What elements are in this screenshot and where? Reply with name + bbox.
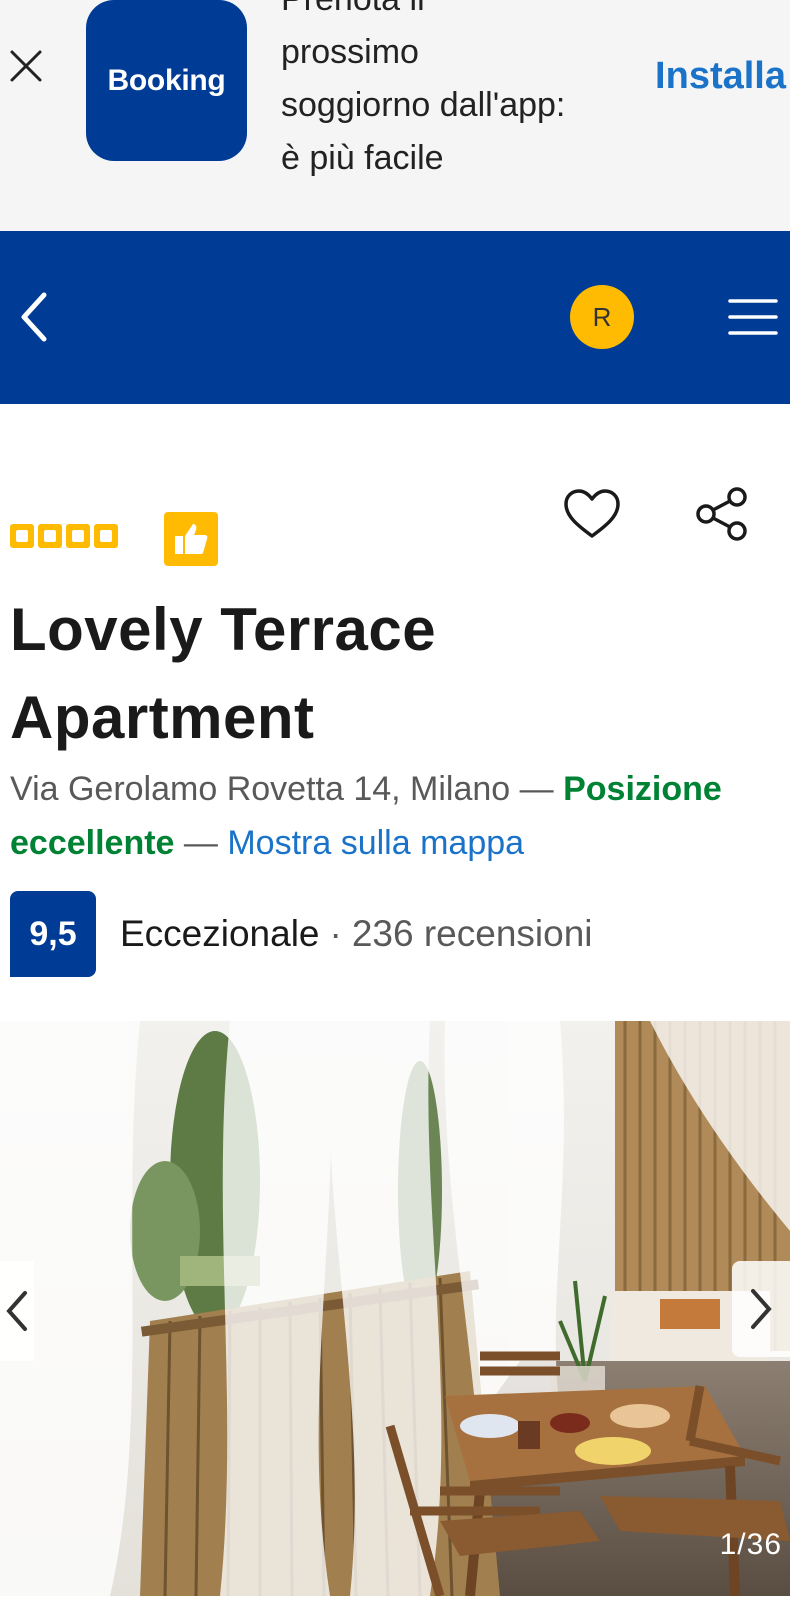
app-install-banner: Booking Prenota il prossimo soggiorno da…	[0, 0, 790, 231]
property-title: Lovely Terrace Apartment	[10, 596, 437, 751]
separator-dash: —	[183, 824, 218, 862]
user-avatar[interactable]: R	[570, 285, 634, 349]
rating-square	[94, 524, 118, 548]
thumbs-up-icon[interactable]	[164, 512, 218, 566]
heart-icon[interactable]	[563, 488, 621, 540]
rating-square	[66, 524, 90, 548]
separator-dot: ·	[329, 913, 342, 954]
photo-counter: 1/36	[719, 1528, 782, 1561]
install-button[interactable]: Installa	[655, 55, 786, 98]
chevron-left-icon[interactable]	[0, 1261, 34, 1361]
review-count[interactable]: 236 recensioni	[352, 913, 593, 955]
chevron-right-icon[interactable]	[732, 1261, 790, 1357]
review-score-badge: 9,5	[10, 891, 96, 977]
review-score-row[interactable]: 9,5 Eccezionale · 236 recensioni	[10, 891, 593, 977]
share-icon[interactable]	[694, 486, 750, 542]
banner-line: Prenota il	[281, 0, 611, 26]
banner-text: Prenota il prossimo soggiorno dall'app: …	[281, 0, 611, 185]
avatar-initial: R	[592, 301, 612, 332]
rating-square	[38, 524, 62, 548]
rating-square	[10, 524, 34, 548]
photo-gallery[interactable]: 1/36	[0, 1021, 790, 1596]
top-navigation-bar: R	[0, 231, 790, 404]
separator-dash: —	[519, 770, 554, 808]
close-icon[interactable]	[6, 46, 46, 86]
gallery-photo	[0, 1021, 790, 1596]
property-address-line: Via Gerolamo Rovetta 14, Milano — Posizi…	[10, 762, 790, 870]
banner-line: prossimo	[281, 33, 419, 71]
banner-line: soggiorno dall'app:	[281, 86, 566, 124]
booking-app-logo: Booking	[86, 0, 247, 161]
show-on-map-link[interactable]: Mostra sulla mappa	[227, 824, 524, 862]
banner-line: è più facile	[281, 139, 444, 177]
rating-squares	[10, 524, 118, 548]
address-text: Via Gerolamo Rovetta 14, Milano	[10, 770, 511, 808]
chevron-left-icon[interactable]	[14, 289, 58, 345]
hamburger-menu-icon[interactable]	[728, 297, 778, 337]
review-score-label: Eccezionale	[120, 913, 320, 954]
brand-name: Booking	[107, 63, 226, 97]
